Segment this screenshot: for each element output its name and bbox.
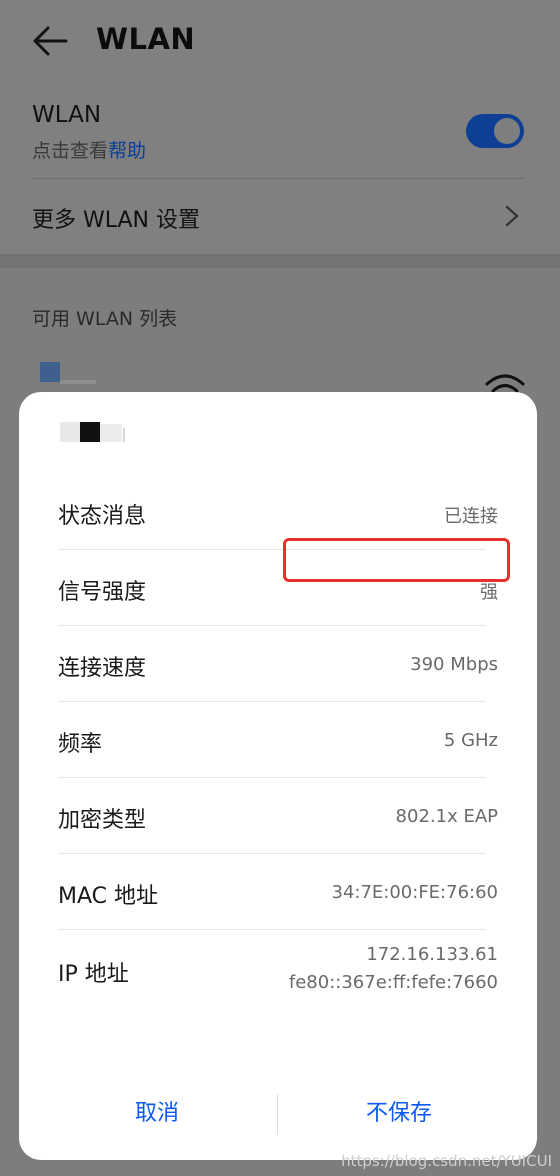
row-key: 连接速度 bbox=[58, 656, 147, 681]
watermark: https://blog.csdn.net/YUICUI bbox=[341, 1152, 552, 1170]
ip-highlight-annotation bbox=[283, 538, 510, 582]
network-details-dialog: 状态消息 已连接 信号强度 强 连接速度 390 Mbps 频率 5 GHz 加… bbox=[19, 392, 537, 1160]
network-item-name-blur bbox=[60, 380, 96, 384]
ssid-blur-4 bbox=[123, 428, 125, 442]
chevron-right-icon bbox=[505, 205, 519, 227]
detail-row-mac: MAC 地址 34:7E:00:FE:76:60 bbox=[58, 854, 498, 930]
forget-network-button[interactable]: 不保存 bbox=[281, 1090, 517, 1138]
row-key: 频率 bbox=[58, 732, 103, 757]
row-key: 状态消息 bbox=[58, 504, 147, 529]
ssid-blur-1 bbox=[60, 422, 80, 442]
row-value: 5 GHz bbox=[443, 730, 498, 751]
help-link[interactable]: 帮助 bbox=[108, 140, 146, 162]
detail-row-frequency: 频率 5 GHz bbox=[58, 702, 498, 778]
back-arrow-icon[interactable] bbox=[32, 24, 68, 58]
ssid-blur-3 bbox=[100, 424, 122, 442]
row-key: 加密类型 bbox=[58, 808, 147, 833]
network-item-thumb bbox=[40, 362, 60, 382]
divider bbox=[32, 178, 524, 179]
top-bar: WLAN bbox=[0, 0, 560, 84]
toggle-knob bbox=[494, 118, 520, 144]
detail-row-speed: 连接速度 390 Mbps bbox=[58, 626, 498, 702]
ipv4-address: 172.16.133.61 bbox=[366, 944, 498, 965]
ssid-blur-2 bbox=[80, 422, 100, 442]
wlan-toggle[interactable] bbox=[466, 114, 524, 148]
row-value: 390 Mbps bbox=[410, 654, 498, 675]
button-divider bbox=[277, 1094, 278, 1134]
more-wlan-settings[interactable]: 更多 WLAN 设置 bbox=[32, 202, 200, 234]
row-value: 已连接 bbox=[444, 506, 498, 527]
row-value: 802.1x EAP bbox=[395, 806, 498, 827]
row-key: IP 地址 bbox=[58, 962, 129, 987]
wlan-label: WLAN bbox=[32, 102, 102, 128]
wlan-help-text: 点击查看帮助 bbox=[32, 136, 146, 163]
row-key: 信号强度 bbox=[58, 580, 147, 605]
ipv6-address: fe80::367e:ff:fefe:7660 bbox=[288, 972, 498, 993]
detail-row-encryption: 加密类型 802.1x EAP bbox=[58, 778, 498, 854]
row-value: 34:7E:00:FE:76:60 bbox=[331, 882, 499, 903]
help-prefix: 点击查看 bbox=[32, 140, 109, 162]
list-title: 可用 WLAN 列表 bbox=[32, 308, 178, 330]
detail-row-ip: IP 地址 172.16.133.61 fe80::367e:ff:fefe:7… bbox=[58, 930, 498, 1010]
row-key: MAC 地址 bbox=[58, 884, 158, 909]
page-title: WLAN bbox=[96, 22, 196, 56]
section-gap bbox=[0, 254, 560, 268]
wlan-settings-card: WLAN 点击查看帮助 更多 WLAN 设置 bbox=[0, 84, 560, 254]
cancel-button[interactable]: 取消 bbox=[39, 1090, 275, 1138]
